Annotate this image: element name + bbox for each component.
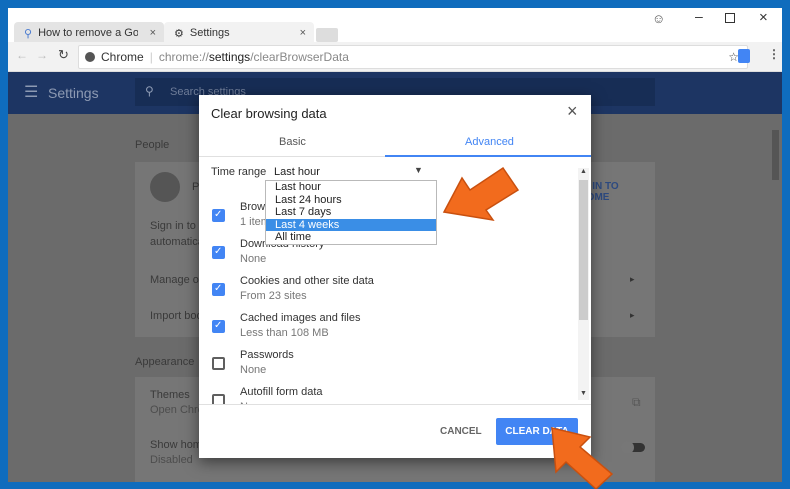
arrow-pointing-to-clear-data-icon	[551, 427, 614, 489]
arrow-pointing-to-dropdown-icon	[442, 166, 520, 222]
annotation-arrows	[442, 166, 614, 489]
